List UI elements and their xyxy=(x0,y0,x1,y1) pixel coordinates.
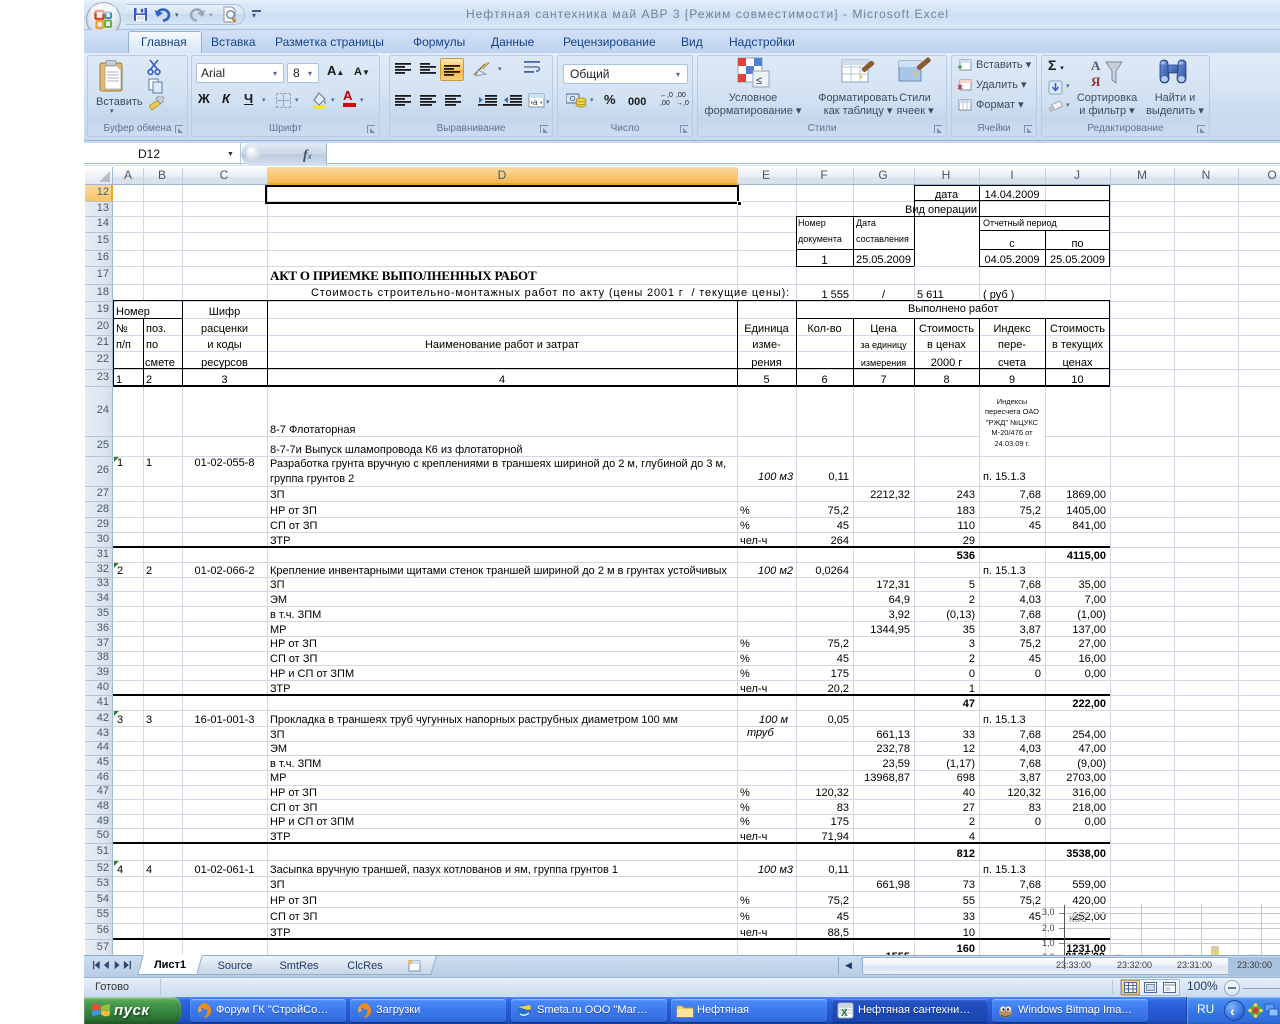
svg-text:А: А xyxy=(1091,58,1101,73)
svg-text:≤: ≤ xyxy=(756,75,762,87)
svg-text:X: X xyxy=(841,1008,848,1019)
svg-text:a: a xyxy=(533,98,538,107)
svg-text:Я: Я xyxy=(1091,74,1101,89)
